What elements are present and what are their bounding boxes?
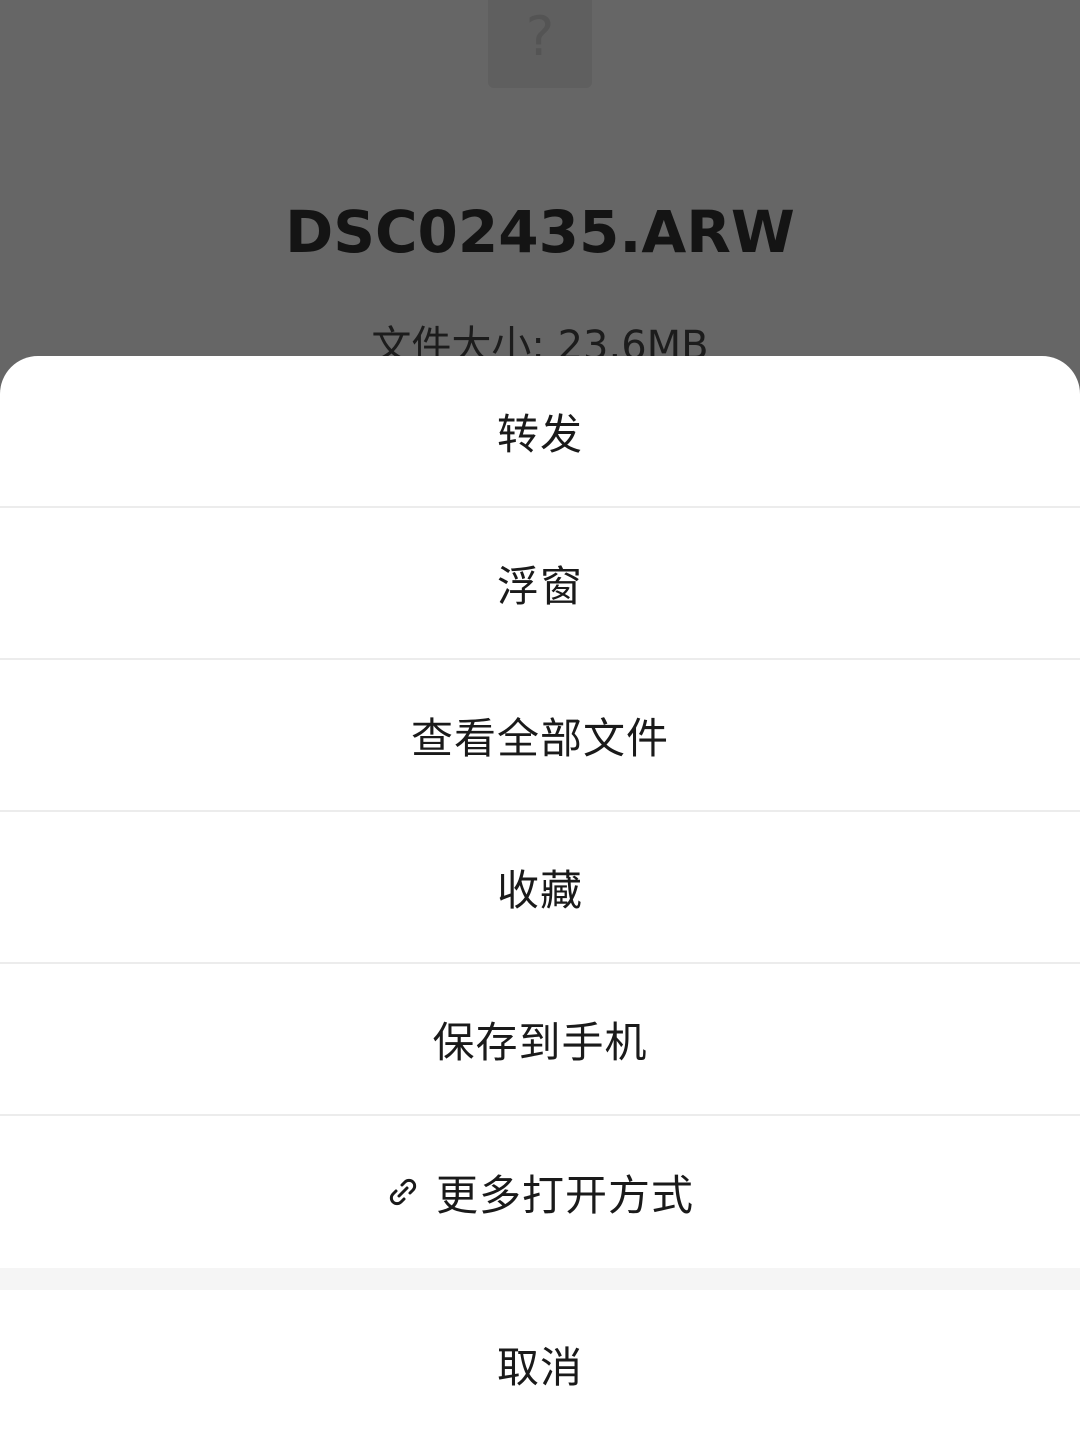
view-all-files-label: 查看全部文件	[410, 713, 669, 763]
file-name: DSC02435.ARW	[285, 198, 795, 266]
view-all-files-button[interactable]: 查看全部文件	[0, 660, 1080, 812]
forward-button[interactable]: 转发	[0, 356, 1080, 508]
forward-label: 转发	[496, 409, 583, 459]
floating-window-label: 浮窗	[496, 561, 583, 611]
cancel-label: 取消	[496, 1343, 583, 1392]
unknown-file-icon: ?	[488, 0, 592, 88]
favorite-button[interactable]: 收藏	[0, 812, 1080, 964]
save-to-phone-label: 保存到手机	[432, 1017, 648, 1067]
more-open-options-label: 更多打开方式	[435, 1170, 694, 1220]
floating-window-button[interactable]: 浮窗	[0, 508, 1080, 660]
question-mark-glyph: ?	[525, 5, 555, 68]
link-icon	[386, 1175, 420, 1209]
save-to-phone-button[interactable]: 保存到手机	[0, 964, 1080, 1116]
action-list: 转发 浮窗 查看全部文件 收藏 保存到手机 更多打开方式	[0, 356, 1080, 1268]
cancel-button[interactable]: 取消	[0, 1290, 1080, 1439]
cancel-separator	[0, 1268, 1080, 1290]
action-sheet: 转发 浮窗 查看全部文件 收藏 保存到手机 更多打开方式 取消	[0, 356, 1080, 1439]
favorite-label: 收藏	[496, 865, 583, 915]
more-open-options-button[interactable]: 更多打开方式	[0, 1116, 1080, 1268]
